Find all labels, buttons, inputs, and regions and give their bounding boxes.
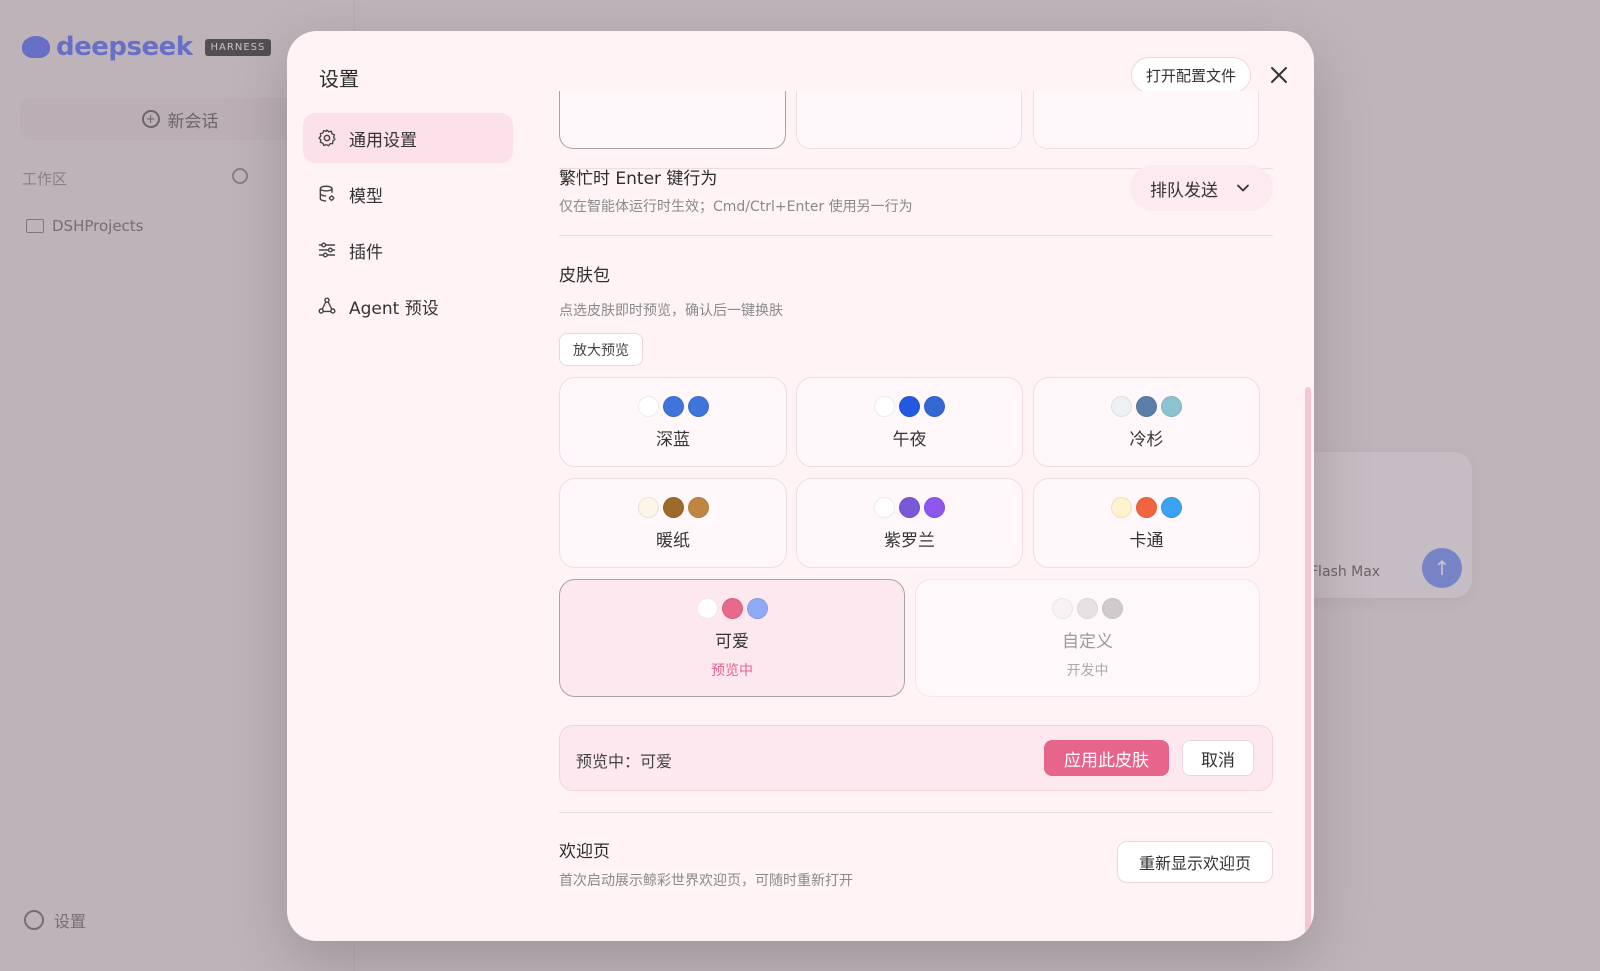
nav-item-general[interactable]: 通用设置 <box>303 113 513 163</box>
skin-card-cute[interactable]: 可爱 预览中 <box>559 579 905 697</box>
settings-nav: 通用设置 模型 插件 Agent 预设 <box>303 113 513 337</box>
swatch <box>1136 396 1157 417</box>
swatch <box>1077 598 1098 619</box>
swatch <box>1111 497 1132 518</box>
skin-name: 自定义 <box>1062 632 1113 652</box>
swatch <box>687 396 709 417</box>
busy-enter-desc: 仅在智能体运行时生效；Cmd/Ctrl+Enter 使用另一行为 <box>559 199 913 215</box>
settings-content: 繁忙时 Enter 键行为 仅在智能体运行时生效；Cmd/Ctrl+Enter … <box>559 31 1273 941</box>
skin-name: 卡通 <box>1129 531 1164 551</box>
skin-swatches <box>1052 598 1123 619</box>
settings-modal: 设置 打开配置文件 通用设置 模型 插件 Agent 预设 繁忙时 Enter … <box>287 31 1314 941</box>
chevron-down-icon <box>1237 184 1249 192</box>
divider <box>559 812 1273 813</box>
previous-options-partial <box>559 91 1273 149</box>
swatch <box>924 497 945 518</box>
sliders-icon <box>318 242 336 258</box>
cancel-button[interactable]: 取消 <box>1182 740 1254 776</box>
skin-card-cartoon[interactable]: 卡通 <box>1033 478 1260 568</box>
swatch <box>696 598 718 619</box>
swatch <box>874 497 895 518</box>
swatch <box>1102 598 1123 619</box>
nav-label-general: 通用设置 <box>349 130 417 151</box>
swatch <box>899 497 920 518</box>
apply-skin-button[interactable]: 应用此皮肤 <box>1044 740 1169 776</box>
busy-enter-title: 繁忙时 Enter 键行为 <box>559 169 718 189</box>
skin-swatches <box>1111 396 1182 417</box>
nav-label-plugins: 插件 <box>349 242 383 263</box>
skin-name: 紫罗兰 <box>884 531 935 551</box>
option-card-partial[interactable] <box>796 91 1022 149</box>
swatch <box>637 396 659 417</box>
skin-name: 深蓝 <box>656 430 690 450</box>
skin-swatches <box>637 497 709 518</box>
option-card-partial[interactable] <box>559 91 786 149</box>
skins-desc: 点选皮肤即时预览，确认后一键换肤 <box>559 303 783 319</box>
network-icon <box>318 297 336 314</box>
swatch <box>637 497 659 518</box>
option-card-partial[interactable] <box>1033 91 1259 149</box>
skin-status-in-development: 开发中 <box>1066 663 1109 679</box>
nav-label-agent-presets: Agent 预设 <box>349 298 439 319</box>
skins-title: 皮肤包 <box>559 266 610 286</box>
swatch <box>1111 396 1132 417</box>
skin-preview-bar: 预览中：可爱 应用此皮肤 取消 <box>559 725 1273 791</box>
skin-name: 午夜 <box>892 430 927 450</box>
skin-swatches <box>874 497 945 518</box>
skin-name: 可爱 <box>715 632 749 652</box>
nav-item-model[interactable]: 模型 <box>303 169 513 219</box>
skin-swatches <box>1111 497 1182 518</box>
busy-enter-select[interactable]: 排队发送 <box>1130 165 1273 211</box>
skin-swatches <box>637 396 709 417</box>
swatch <box>874 396 895 417</box>
busy-enter-value: 排队发送 <box>1150 180 1218 201</box>
welcome-desc: 首次启动展示鲸彩世界欢迎页，可随时重新打开 <box>559 873 853 889</box>
preview-label: 预览中：可爱 <box>576 752 673 771</box>
skin-card-midnight[interactable]: 午夜 <box>796 377 1023 467</box>
skin-swatches <box>874 396 945 417</box>
nav-item-agent-presets[interactable]: Agent 预设 <box>303 281 513 331</box>
skin-card-fir[interactable]: 冷杉 <box>1033 377 1260 467</box>
swatch <box>1052 598 1073 619</box>
gear-icon <box>318 129 336 147</box>
skin-swatches <box>696 598 768 619</box>
skin-card-deep-blue[interactable]: 深蓝 <box>559 377 787 467</box>
swatch <box>746 598 768 619</box>
divider <box>559 235 1273 236</box>
skin-name: 冷杉 <box>1129 430 1164 450</box>
swatch <box>1136 497 1157 518</box>
nav-label-model: 模型 <box>349 186 383 207</box>
swatch <box>899 396 920 417</box>
welcome-title: 欢迎页 <box>559 842 610 862</box>
skin-status-previewing: 预览中 <box>711 663 753 679</box>
skin-card-violet[interactable]: 紫罗兰 <box>796 478 1023 568</box>
nav-item-plugins[interactable]: 插件 <box>303 225 513 275</box>
database-icon <box>319 185 335 202</box>
swatch <box>1161 497 1182 518</box>
swatch <box>662 396 684 417</box>
swatch <box>924 396 945 417</box>
reshow-welcome-button[interactable]: 重新显示欢迎页 <box>1117 841 1273 883</box>
skin-card-warm-paper[interactable]: 暖纸 <box>559 478 787 568</box>
swatch <box>662 497 684 518</box>
modal-title: 设置 <box>319 67 359 91</box>
swatch <box>721 598 743 619</box>
swatch <box>1161 396 1182 417</box>
swatch <box>687 497 709 518</box>
zoom-preview-button[interactable]: 放大预览 <box>559 333 643 366</box>
scrollbar[interactable] <box>1305 387 1311 939</box>
skin-name: 暖纸 <box>656 531 690 551</box>
skin-card-custom: 自定义 开发中 <box>915 579 1260 697</box>
